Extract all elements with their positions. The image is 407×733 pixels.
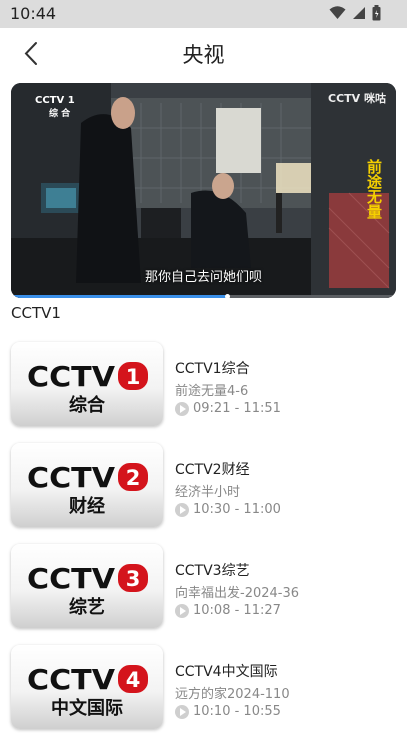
channel-time-text: 10:30 - 11:00	[193, 502, 281, 517]
signal-icon	[353, 7, 365, 19]
cctv-logo-icon: CCTV 4 中文国际	[27, 663, 148, 719]
channel-item[interactable]: CCTV 2 财经 CCTV2财经 经济半小时 10:30 - 11:00	[0, 441, 407, 529]
play-icon	[175, 401, 189, 416]
channel-program: 前途无量4-6	[175, 384, 249, 399]
channel-time: 10:08 - 11:27	[175, 603, 281, 618]
logo-wordmark: CCTV	[27, 663, 115, 696]
logo-sub: 综合	[69, 394, 106, 416]
cctv-logo-icon: CCTV 2 财经	[27, 461, 148, 517]
channel-name: CCTV2财经	[175, 462, 250, 478]
progress-thumb[interactable]	[224, 294, 230, 298]
logo-sub: 中文国际	[51, 697, 123, 719]
channel-program: 经济半小时	[175, 485, 241, 500]
play-icon	[175, 704, 189, 719]
logo-wordmark: CCTV	[27, 360, 115, 393]
page-title: 央视	[182, 43, 225, 67]
progress-fill	[11, 295, 227, 298]
logo-wordmark: CCTV	[27, 461, 115, 494]
channel-badge-sub: 综 合	[49, 109, 71, 119]
play-icon	[175, 502, 189, 517]
channel-logo: CCTV 2 财经	[11, 443, 163, 527]
current-channel-label: CCTV1	[11, 304, 61, 322]
channel-time: 10:30 - 11:00	[175, 502, 281, 517]
logo-sub: 综艺	[69, 596, 105, 618]
channel-program: 向幸福出发-2024-36	[175, 586, 300, 601]
channel-logo: CCTV 3 综艺	[11, 544, 163, 628]
battery-icon	[372, 5, 381, 21]
logo-number: 3	[126, 567, 141, 591]
wifi-icon	[329, 6, 346, 19]
status-time: 10:44	[10, 4, 57, 23]
channel-time: 09:21 - 11:51	[175, 401, 281, 416]
channel-time-text: 10:10 - 10:55	[193, 704, 281, 719]
show-title-overlay: 前途无量	[365, 159, 383, 219]
channel-name: CCTV1综合	[175, 361, 250, 377]
channel-name: CCTV4中文国际	[175, 664, 278, 680]
channel-logo: CCTV 4 中文国际	[11, 645, 163, 729]
channel-program: 远方的家2024-110	[175, 687, 290, 702]
progress-bar[interactable]	[11, 294, 396, 298]
channel-item[interactable]: CCTV 4 中文国际 CCTV4中文国际 远方的家2024-110 10:10…	[0, 643, 407, 731]
play-icon	[175, 603, 189, 618]
channel-badge: CCTV 1	[35, 95, 75, 106]
logo-number: 1	[126, 365, 141, 389]
cctv-logo-icon: CCTV 3 综艺	[27, 562, 148, 618]
channel-time-text: 09:21 - 11:51	[193, 401, 281, 416]
video-subtitle: 那你自己去问她们呗	[144, 270, 262, 285]
logo-sub: 财经	[69, 495, 105, 517]
channel-name: CCTV3综艺	[175, 563, 250, 579]
channel-time-text: 10:08 - 11:27	[193, 603, 281, 618]
video-player[interactable]: CCTV 1 综 合 CCTV 咪咕 前途无量 那你自己去问她们呗	[11, 83, 396, 298]
watermark: CCTV 咪咕	[328, 92, 386, 105]
logo-number: 4	[126, 668, 141, 692]
channel-logo-overlay: CCTV 1 综 合	[35, 95, 75, 119]
channel-logo: CCTV 1 综合	[11, 342, 163, 426]
top-bar: 央视	[0, 28, 407, 80]
status-bar: 10:44	[0, 0, 407, 28]
channel-item[interactable]: CCTV 3 综艺 CCTV3综艺 向幸福出发-2024-36 10:08 - …	[0, 542, 407, 630]
channel-item[interactable]: CCTV 1 综合 CCTV1综合 前途无量4-6 09:21 - 11:51	[0, 340, 407, 428]
status-icons	[329, 5, 381, 21]
logo-number: 2	[126, 466, 141, 490]
cctv-logo-icon: CCTV 1 综合	[27, 360, 148, 416]
logo-wordmark: CCTV	[27, 562, 115, 595]
channel-time: 10:10 - 10:55	[175, 704, 281, 719]
